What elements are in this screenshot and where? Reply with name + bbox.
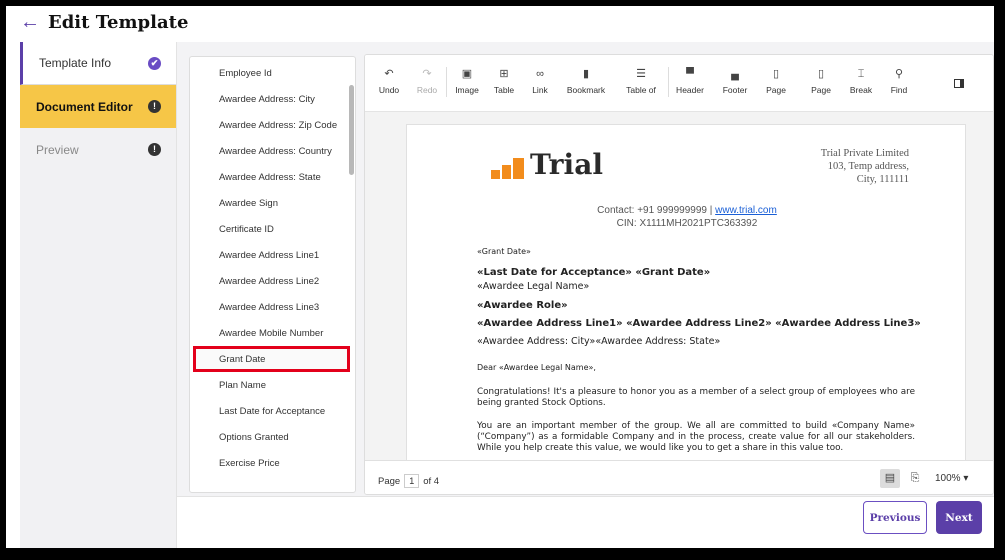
app-window: ← Edit Template Template Info ✔ Document…: [6, 6, 994, 548]
step-navigation: Template Info ✔ Document Editor ! Previe…: [20, 42, 177, 548]
merge-legal-name: «Awardee Legal Name»: [477, 281, 590, 292]
redo-button[interactable]: ↷ Redo: [417, 67, 437, 95]
paragraph: Congratulations! It's a pleasure to hono…: [477, 387, 915, 408]
field-item-selected[interactable]: Grant Date: [193, 346, 350, 372]
bookmark-icon: ▮: [582, 68, 590, 80]
header-button[interactable]: ▀ Header: [676, 67, 704, 95]
caret-down-icon: ▾: [963, 473, 969, 484]
field-item[interactable]: Exercise Price: [190, 450, 355, 476]
insert-image-button[interactable]: ▣ Image: [455, 67, 479, 95]
field-item[interactable]: Awardee Address: State: [190, 164, 355, 190]
image-icon: ▣: [461, 68, 473, 80]
toolbar-divider: [668, 67, 669, 97]
step-preview[interactable]: Preview !: [20, 128, 176, 171]
step-document-editor[interactable]: Document Editor !: [20, 85, 176, 128]
print-layout-icon[interactable]: ▤: [880, 469, 900, 488]
scrollbar[interactable]: [349, 85, 354, 175]
logo-bars-icon: [491, 151, 528, 179]
step-template-info[interactable]: Template Info ✔: [20, 42, 176, 85]
properties-pane-icon[interactable]: [954, 79, 964, 88]
footer-button[interactable]: ▄ Footer: [723, 67, 748, 95]
field-item[interactable]: Last Date for Acceptance: [190, 398, 355, 424]
web-layout-icon[interactable]: ⎘: [905, 469, 925, 488]
break-icon: ⌶: [857, 68, 865, 80]
page-indicator: Page 1 of 4: [378, 474, 440, 488]
find-button[interactable]: ⚲ Find: [891, 67, 908, 95]
insert-table-button[interactable]: ⊞ Table: [494, 67, 514, 95]
page-number-button[interactable]: ▯ Page: [766, 67, 786, 95]
company-logo: Trial: [491, 143, 603, 179]
toc-icon: ☰: [636, 68, 646, 80]
field-item[interactable]: Options Granted: [190, 424, 355, 450]
field-item[interactable]: Certificate ID: [190, 216, 355, 242]
field-item[interactable]: Awardee Sign: [190, 190, 355, 216]
field-item[interactable]: Awardee Address: Country: [190, 138, 355, 164]
salutation: Dear «Awardee Legal Name»,: [477, 363, 596, 372]
link-icon: ∞: [536, 68, 544, 80]
redo-icon: ↷: [422, 68, 432, 80]
undo-button[interactable]: ↶ Undo: [379, 67, 399, 95]
table-icon: ⊞: [499, 68, 509, 80]
contact-line: Contact: +91 999999999 | www.trial.com C…: [407, 204, 967, 230]
search-icon: ⚲: [894, 68, 904, 80]
check-circle-icon: ✔: [148, 57, 161, 70]
page-title: Edit Template: [48, 11, 189, 33]
undo-icon: ↶: [384, 68, 394, 80]
footer-icon: ▄: [731, 68, 739, 80]
toolbar-divider: [446, 67, 447, 97]
insert-link-button[interactable]: ∞ Link: [532, 67, 548, 95]
field-item[interactable]: Awardee Address: Zip Code: [190, 112, 355, 138]
table-of-contents-button[interactable]: ☰ Table of: [626, 67, 656, 95]
editor-toolbar: ↶ Undo ↷ Redo ▣ Image ⊞ Table ∞ Link ▮ Bookmar…: [365, 55, 993, 112]
step-label: Preview: [36, 142, 79, 157]
page-icon: ▯: [817, 68, 825, 80]
document-canvas[interactable]: Trial Trial Private Limited 103, Temp ad…: [365, 112, 993, 460]
document-page[interactable]: Trial Trial Private Limited 103, Temp ad…: [406, 124, 966, 460]
field-item[interactable]: Employee Id: [190, 60, 355, 86]
field-item[interactable]: Awardee Address Line3: [190, 294, 355, 320]
header-icon: ▀: [686, 68, 694, 80]
arrow-left-icon[interactable]: ←: [20, 12, 40, 32]
website-link[interactable]: www.trial.com: [715, 205, 777, 216]
zoom-dropdown[interactable]: 100% ▾: [935, 473, 968, 484]
step-label: Document Editor: [36, 99, 133, 114]
merge-acceptance-line: «Last Date for Acceptance» «Grant Date»: [477, 267, 711, 278]
bookmark-button[interactable]: ▮ Bookmark: [567, 67, 605, 95]
action-bar: Previous Next: [177, 496, 994, 548]
field-item[interactable]: Awardee Address: City: [190, 86, 355, 112]
warning-circle-icon: !: [148, 100, 161, 113]
field-item[interactable]: Awardee Address Line2: [190, 268, 355, 294]
field-item[interactable]: Plan Name: [190, 372, 355, 398]
merge-address-lines: «Awardee Address Line1» «Awardee Address…: [477, 318, 921, 329]
paragraph: You are an important member of the group…: [477, 421, 915, 453]
break-button[interactable]: ⌶ Break: [850, 67, 872, 95]
field-item[interactable]: Awardee Mobile Number: [190, 320, 355, 346]
step-label: Template Info: [39, 56, 112, 70]
field-item[interactable]: Awardee Address Line1: [190, 242, 355, 268]
warning-circle-icon: !: [148, 143, 161, 156]
document-editor: ↶ Undo ↷ Redo ▣ Image ⊞ Table ∞ Link ▮ Bookmar…: [364, 54, 994, 495]
cin-text: CIN: X1111MH2021PTC363392: [616, 218, 758, 229]
logo-text: Trial: [530, 148, 603, 181]
editor-status-bar: Page 1 of 4 ▤ ⎘ 100% ▾: [365, 460, 993, 494]
previous-button[interactable]: Previous: [863, 501, 927, 534]
current-page-input[interactable]: 1: [404, 474, 420, 488]
title-bar: ← Edit Template: [6, 6, 994, 38]
next-button[interactable]: Next: [936, 501, 982, 534]
page-setup-button[interactable]: ▯ Page: [811, 67, 831, 95]
merge-field-list: Employee Id Awardee Address: City Awarde…: [189, 56, 356, 493]
merge-city-state: «Awardee Address: City»«Awardee Address:…: [477, 336, 721, 347]
merge-grant-date: «Grant Date»: [477, 247, 531, 256]
page-number-icon: ▯: [772, 68, 780, 80]
company-address: Trial Private Limited 103, Temp address,…: [820, 148, 909, 185]
merge-role: «Awardee Role»: [477, 300, 568, 311]
